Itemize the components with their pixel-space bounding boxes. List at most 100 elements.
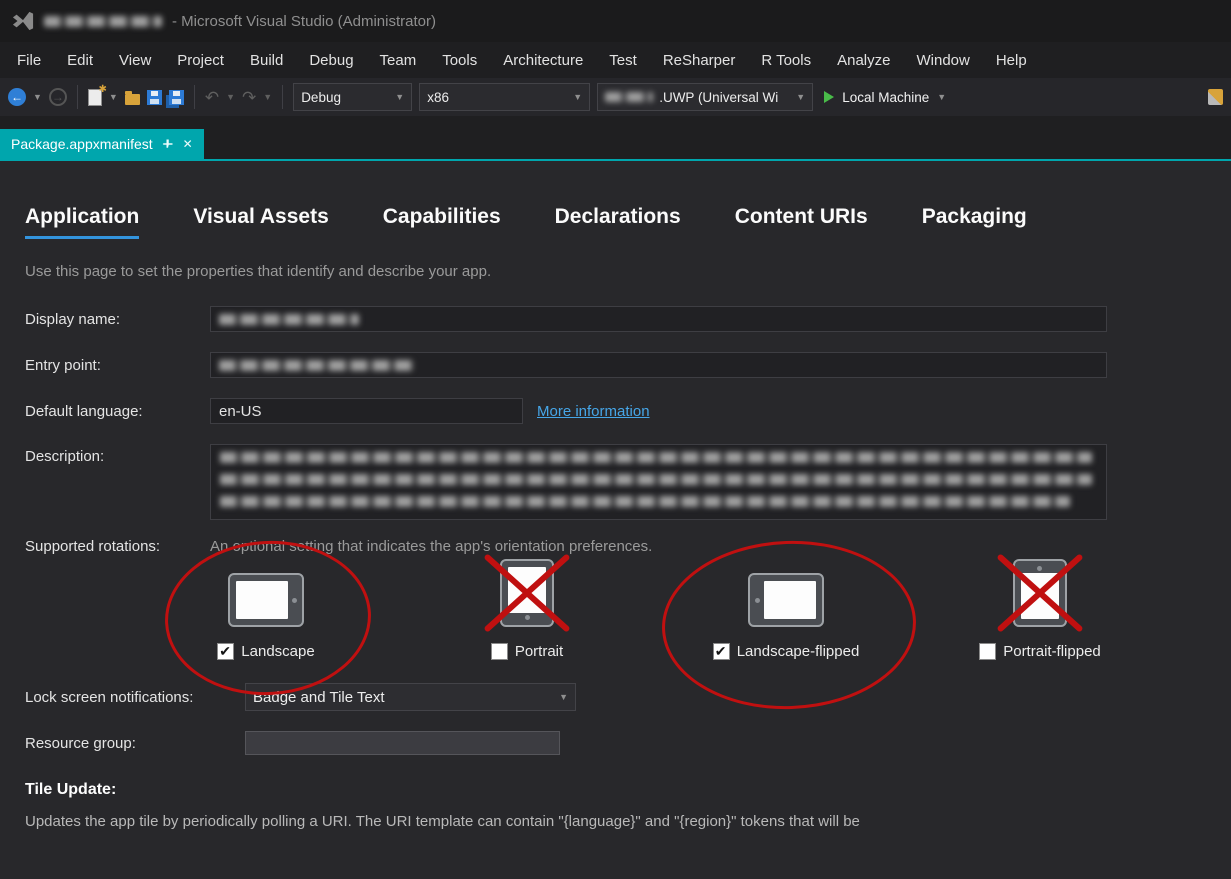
tab-package-appxmanifest[interactable]: Package.appxmanifest ✕ [0,129,204,159]
window-title: - Microsoft Visual Studio (Administrator… [172,12,436,30]
portrait-flipped-option[interactable]: Portrait-flipped [979,643,1101,660]
appxmanifest-designer: Application Visual Assets Capabilities D… [0,161,1231,835]
redacted-text [220,496,1070,507]
undo-button[interactable]: ↶ [205,89,219,106]
menu-team[interactable]: Team [367,42,430,78]
menu-edit[interactable]: Edit [54,42,106,78]
menu-resharper[interactable]: ReSharper [650,42,749,78]
redo-button[interactable]: ↷ [242,89,256,106]
resource-group-input[interactable] [245,731,560,755]
page-description: Use this page to set the properties that… [25,263,492,280]
redacted-text [219,359,414,371]
menu-architecture[interactable]: Architecture [490,42,596,78]
landscape-flipped-option[interactable]: Landscape-flipped [712,643,860,660]
menu-file[interactable]: File [4,42,54,78]
menu-analyze[interactable]: Analyze [824,42,903,78]
portrait-flipped-checkbox[interactable] [979,643,997,660]
landscape-flipped-device-icon [748,573,824,627]
entry-point-label: Entry point: [25,356,101,374]
tab-visual-assets[interactable]: Visual Assets [193,205,328,239]
landscape-flipped-checkbox[interactable] [712,643,730,660]
start-debugging-button[interactable]: Local Machine ▼ [820,90,950,105]
run-target-label: Local Machine [842,89,930,105]
pin-icon[interactable] [162,138,174,150]
landscape-checkbox[interactable] [217,643,235,660]
menu-window[interactable]: Window [903,42,982,78]
menu-project[interactable]: Project [164,42,237,78]
menu-test[interactable]: Test [596,42,650,78]
new-project-dropdown-icon[interactable]: ▼ [109,92,118,102]
display-name-label: Display name: [25,310,121,328]
navigate-back-button[interactable]: ← [8,88,26,106]
tab-capabilities[interactable]: Capabilities [383,205,501,239]
visual-studio-window: - Microsoft Visual Studio (Administrator… [0,0,1231,879]
startup-project-dropdown[interactable]: .UWP (Universal Wi ▼ [597,83,814,111]
supported-rotations-label: Supported rotations: [25,538,161,555]
portrait-flipped-label: Portrait-flipped [1003,643,1101,660]
portrait-flipped-device-icon [1013,559,1067,627]
chevron-down-icon: ▼ [573,91,583,102]
portrait-device-icon [500,559,554,627]
default-language-row: Default language: en-US More information [25,398,1206,424]
default-language-label: Default language: [25,402,143,420]
tab-content-uris[interactable]: Content URIs [735,205,868,239]
add-item-icon[interactable] [124,90,140,105]
platform-value: x86 [427,89,449,105]
solution-configuration-dropdown[interactable]: Debug ▼ [293,83,413,111]
navigate-forward-button[interactable]: → [48,88,67,106]
toolbar-separator [193,85,195,109]
rotation-portrait-flipped: Portrait-flipped [945,555,1135,660]
resource-group-row: Resource group: [25,731,1206,755]
menu-debug[interactable]: Debug [296,42,366,78]
solution-platform-dropdown[interactable]: x86 ▼ [419,83,591,111]
portrait-label: Portrait [514,643,564,660]
more-information-link[interactable]: More information [537,403,650,420]
portrait-option[interactable]: Portrait [490,643,564,660]
supported-rotations-hint: An optional setting that indicates the a… [210,538,653,555]
menu-rtools[interactable]: R Tools [748,42,824,78]
toolbar-separator [282,85,284,109]
configuration-value: Debug [301,89,341,105]
tab-packaging[interactable]: Packaging [922,205,1027,239]
redacted-text [220,452,1092,463]
description-row: Description: [25,444,1206,520]
landscape-option[interactable]: Landscape [217,643,315,660]
tab-declarations[interactable]: Declarations [555,205,681,239]
title-bar: - Microsoft Visual Studio (Administrator… [0,0,1231,42]
rotation-options: Landscape Portrait [25,535,1206,714]
menu-build[interactable]: Build [237,42,296,78]
menu-view[interactable]: View [106,42,164,78]
landscape-label: Landscape [241,643,315,660]
redo-dropdown-icon[interactable]: ▼ [263,92,272,102]
portrait-checkbox[interactable] [490,643,508,660]
tab-application[interactable]: Application [25,205,140,239]
description-textarea[interactable] [210,444,1107,520]
new-project-icon[interactable]: ✱ [87,84,107,106]
navigate-back-dropdown-icon[interactable]: ▼ [33,92,42,102]
landscape-flipped-label: Landscape-flipped [736,643,860,660]
tile-update-description: Updates the app tile by periodically pol… [25,813,860,830]
menu-help[interactable]: Help [983,42,1040,78]
chevron-down-icon: ▼ [395,91,405,102]
chevron-down-icon: ▼ [796,91,806,102]
toolbar-overflow-icon[interactable] [1208,89,1223,105]
rotation-landscape: Landscape [181,555,351,660]
resource-group-label: Resource group: [25,734,136,752]
menu-tools[interactable]: Tools [429,42,490,78]
save-all-button[interactable] [168,89,184,105]
default-language-input[interactable]: en-US [210,398,523,424]
manifest-tab-row: Application Visual Assets Capabilities D… [25,205,1206,239]
rotation-landscape-flipped: Landscape-flipped [686,555,886,660]
save-button[interactable] [146,89,162,105]
undo-dropdown-icon[interactable]: ▼ [226,92,235,102]
chevron-down-icon: ▼ [937,91,947,102]
toolbar-separator [76,85,78,109]
lock-screen-row: Lock screen notifications: Badge and Til… [25,683,1206,711]
entry-point-input[interactable] [210,352,1107,378]
menu-bar: File Edit View Project Build Debug Team … [0,42,1231,78]
lock-screen-value: Badge and Tile Text [253,688,385,706]
display-name-input[interactable] [210,306,1107,332]
lock-screen-dropdown[interactable]: Badge and Tile Text ▼ [245,683,576,711]
lock-screen-label: Lock screen notifications: [25,688,194,706]
close-icon[interactable]: ✕ [183,138,193,150]
